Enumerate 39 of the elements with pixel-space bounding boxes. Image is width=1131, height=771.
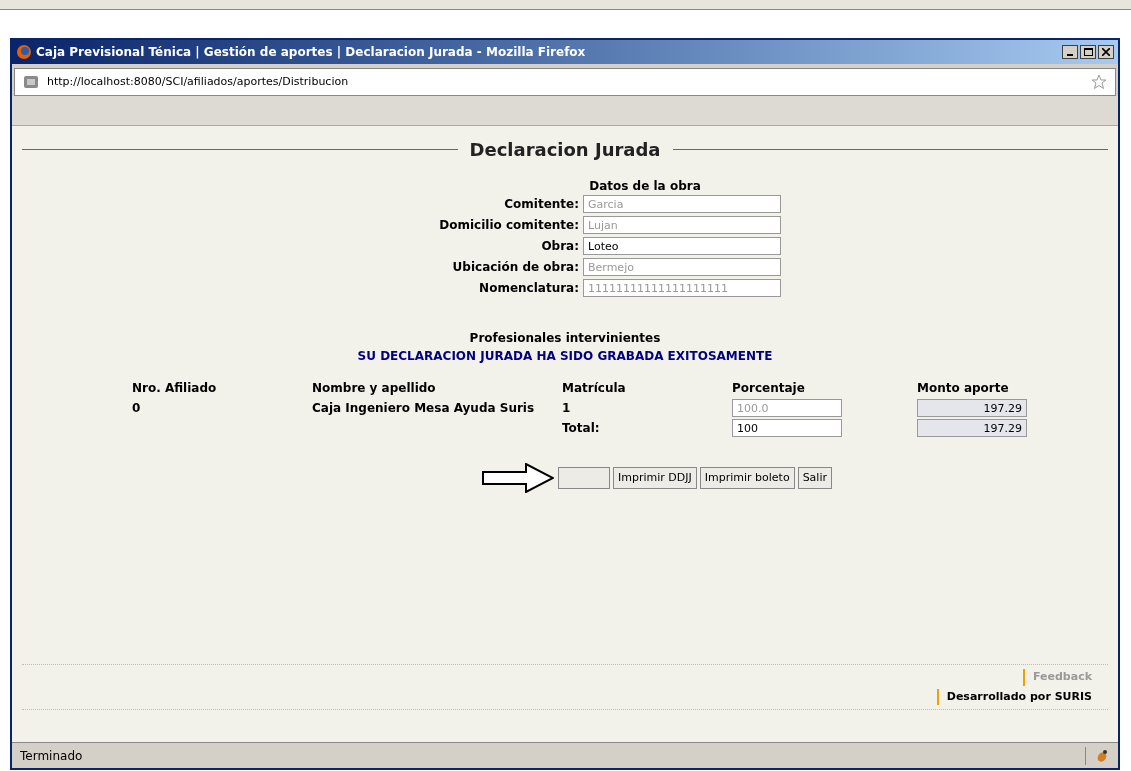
input-field[interactable]: 100 <box>732 419 842 437</box>
field-label: Ubicación de obra: <box>451 259 579 276</box>
minimize-button[interactable] <box>1062 45 1078 59</box>
table-cell-text: 0 <box>132 400 142 417</box>
form-button[interactable]: Imprimir DDJJ <box>613 467 697 489</box>
column-header: Nombre y apellido <box>312 380 437 397</box>
close-button[interactable] <box>1098 45 1114 59</box>
form-button[interactable]: Salir <box>797 467 832 489</box>
field-label: Domicilio comitente: <box>438 217 579 234</box>
table-cell-text: Caja Ingeniero Mesa Ayuda Suris <box>312 400 536 417</box>
table-cell-text: Total: <box>562 420 601 437</box>
arrow-annotation-icon <box>482 463 554 493</box>
star-icon[interactable] <box>1091 74 1107 90</box>
column-header: Monto aporte <box>917 380 1010 397</box>
maximize-button[interactable] <box>1080 45 1096 59</box>
form-button[interactable]: Imprimir boleto <box>699 467 795 489</box>
address-bar[interactable]: http://localhost:8080/SCI/afiliados/aportes/Distribucion <box>14 68 1116 96</box>
input-field[interactable]: Loteo <box>583 237 781 255</box>
field-label: Obra: <box>540 238 579 255</box>
table-cell-text: 1 <box>562 400 572 417</box>
section-title: Datos de la obra <box>589 178 701 195</box>
field-label: Comitente: <box>503 196 579 213</box>
window-title: Caja Previsional Ténica | Gestión de aportes | Declaracion Jurada - Mozilla Firefox <box>36 44 587 61</box>
success-message: SU DECLARACION JURADA HA SIDO GRABADA EXITOSAMENTE <box>357 348 773 365</box>
column-header: Nro. Afiliado <box>132 380 218 397</box>
close-icon <box>1102 48 1110 56</box>
column-header: Porcentaje <box>732 380 806 397</box>
firefox-icon <box>16 44 32 60</box>
field-label: Nomenclatura: <box>478 280 579 297</box>
amount-field[interactable]: 197.29 <box>917 419 1027 437</box>
section-title: Profesionales intervinientes <box>469 330 661 347</box>
form-button[interactable] <box>558 467 610 489</box>
status-text: Terminado <box>12 746 1086 765</box>
column-header: Matrícula <box>562 380 627 397</box>
page-heading: Declaracion Jurada <box>469 138 661 162</box>
amount-field[interactable]: 197.29 <box>917 399 1027 417</box>
url-text: http://localhost:8080/SCI/afiliados/aportes/Distribucion <box>47 73 350 90</box>
site-icon <box>23 74 39 90</box>
credit-text: Desarrollado por SURIS <box>936 688 1092 705</box>
